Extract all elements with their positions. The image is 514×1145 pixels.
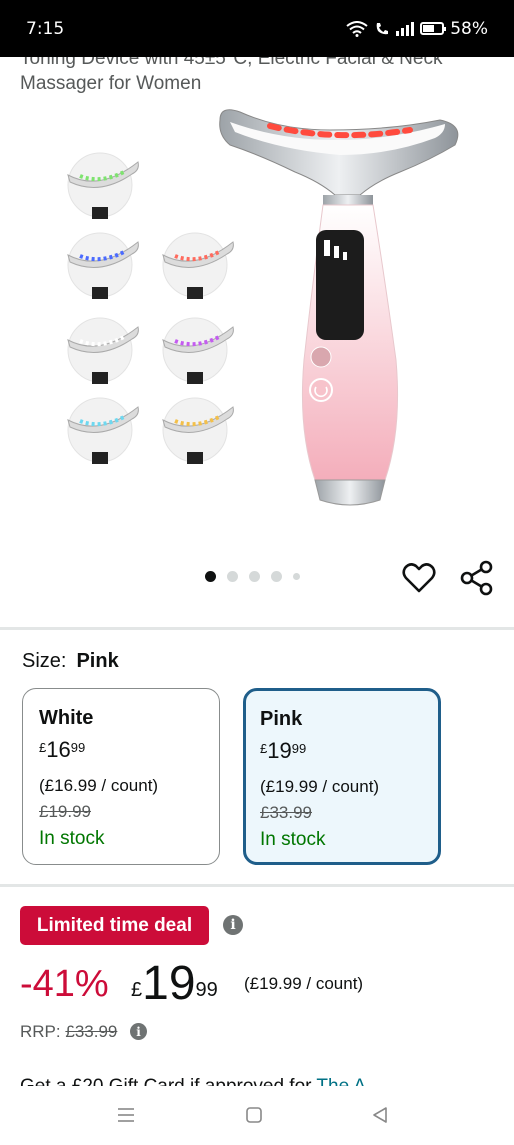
info-icon[interactable]: i [130, 1023, 147, 1040]
size-label: Size: Pink [22, 650, 119, 672]
size-option-price: £1999 [260, 738, 307, 763]
info-icon[interactable]: i [223, 915, 243, 935]
selected-size: Pink [76, 650, 119, 672]
size-option-price: £1699 [39, 737, 86, 762]
menu-icon[interactable] [111, 1100, 141, 1130]
gift-card-link[interactable]: The A [316, 1076, 366, 1086]
rrp-price: RRP: £33.99 [20, 1022, 118, 1041]
wifi-call-icon [376, 22, 389, 34]
section-divider [0, 627, 514, 630]
battery-icon [420, 22, 447, 35]
home-icon[interactable] [239, 1100, 269, 1130]
size-option-stock: In stock [39, 828, 105, 849]
size-option-name: White [39, 707, 94, 729]
size-option-pink[interactable]: Pink £1999 (£19.99 / count) £33.99 In st… [243, 688, 441, 865]
carousel-dot[interactable] [293, 573, 300, 580]
size-option-unit-price: (£16.99 / count) [39, 776, 159, 795]
discount-percent: -41% [20, 963, 109, 1005]
size-option-white[interactable]: White £1699 (£16.99 / count) £19.99 In s… [22, 688, 220, 865]
size-option-was-price: £19.99 [39, 802, 91, 821]
share-icon[interactable] [459, 560, 495, 596]
limited-time-deal-badge: Limited time deal [20, 906, 209, 945]
deal-unit-price: (£19.99 / count) [244, 974, 364, 993]
battery-percent: 58% [450, 18, 488, 39]
product-title-line2: Massager for Women [20, 73, 202, 94]
wifi-icon [346, 20, 368, 37]
image-carousel-dots[interactable] [205, 571, 300, 582]
deal-price: £1999 [131, 957, 218, 1010]
section-divider [0, 884, 514, 887]
size-option-unit-price: (£19.99 / count) [260, 777, 380, 796]
status-time: 7:15 [26, 18, 65, 39]
carousel-dot[interactable] [205, 571, 216, 582]
status-bar: 7:15 58% [0, 0, 514, 57]
carousel-dot[interactable] [227, 571, 238, 582]
product-image[interactable] [40, 100, 480, 540]
signal-icon [396, 21, 415, 36]
carousel-dot[interactable] [249, 571, 260, 582]
device-illustration [219, 109, 459, 506]
size-option-was-price: £33.99 [260, 803, 312, 822]
size-option-name: Pink [260, 708, 303, 730]
size-option-stock: In stock [260, 829, 326, 850]
carousel-dot[interactable] [271, 571, 282, 582]
back-icon[interactable] [365, 1100, 395, 1130]
variant-thumbnails [67, 152, 234, 464]
heart-icon[interactable] [401, 560, 437, 596]
gift-card-offer: Get a £20 Gift Card if approved for The … [20, 1070, 500, 1086]
